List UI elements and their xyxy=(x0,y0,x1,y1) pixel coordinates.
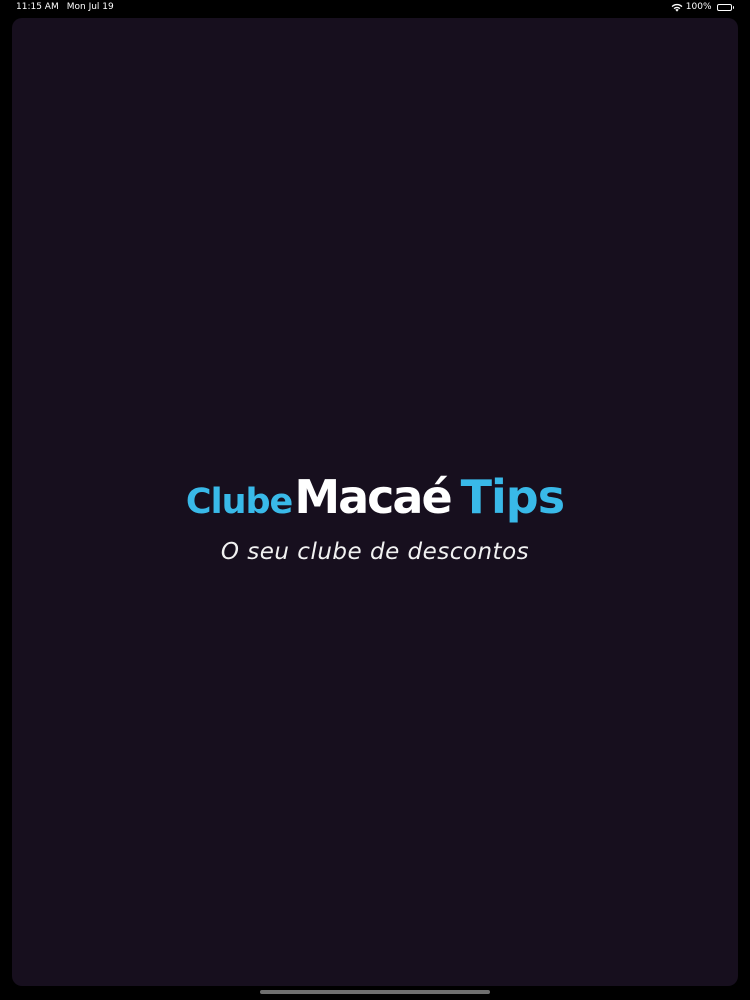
status-left: 11:15 AM Mon Jul 19 xyxy=(16,2,114,12)
status-time: 11:15 AM xyxy=(16,2,59,12)
splash-screen: 11:15 AM Mon Jul 19 100% Clube Macaé Tip… xyxy=(0,0,750,1000)
battery-percent: 100% xyxy=(685,2,712,12)
logo-word-macae: Macaé xyxy=(294,470,452,524)
tagline: O seu clube de descontos xyxy=(220,539,530,565)
wifi-icon xyxy=(671,3,683,12)
status-right: 100% xyxy=(671,2,734,12)
brand-logo: Clube Macaé Tips xyxy=(12,470,738,524)
app-content: Clube Macaé Tips O seu clube de desconto… xyxy=(12,18,738,986)
logo-word-tips: Tips xyxy=(460,470,565,524)
status-bar: 11:15 AM Mon Jul 19 100% xyxy=(0,0,750,16)
battery-icon xyxy=(715,3,734,11)
home-indicator[interactable] xyxy=(260,990,490,994)
status-date: Mon Jul 19 xyxy=(66,2,114,12)
logo-word-clube: Clube xyxy=(185,482,293,522)
